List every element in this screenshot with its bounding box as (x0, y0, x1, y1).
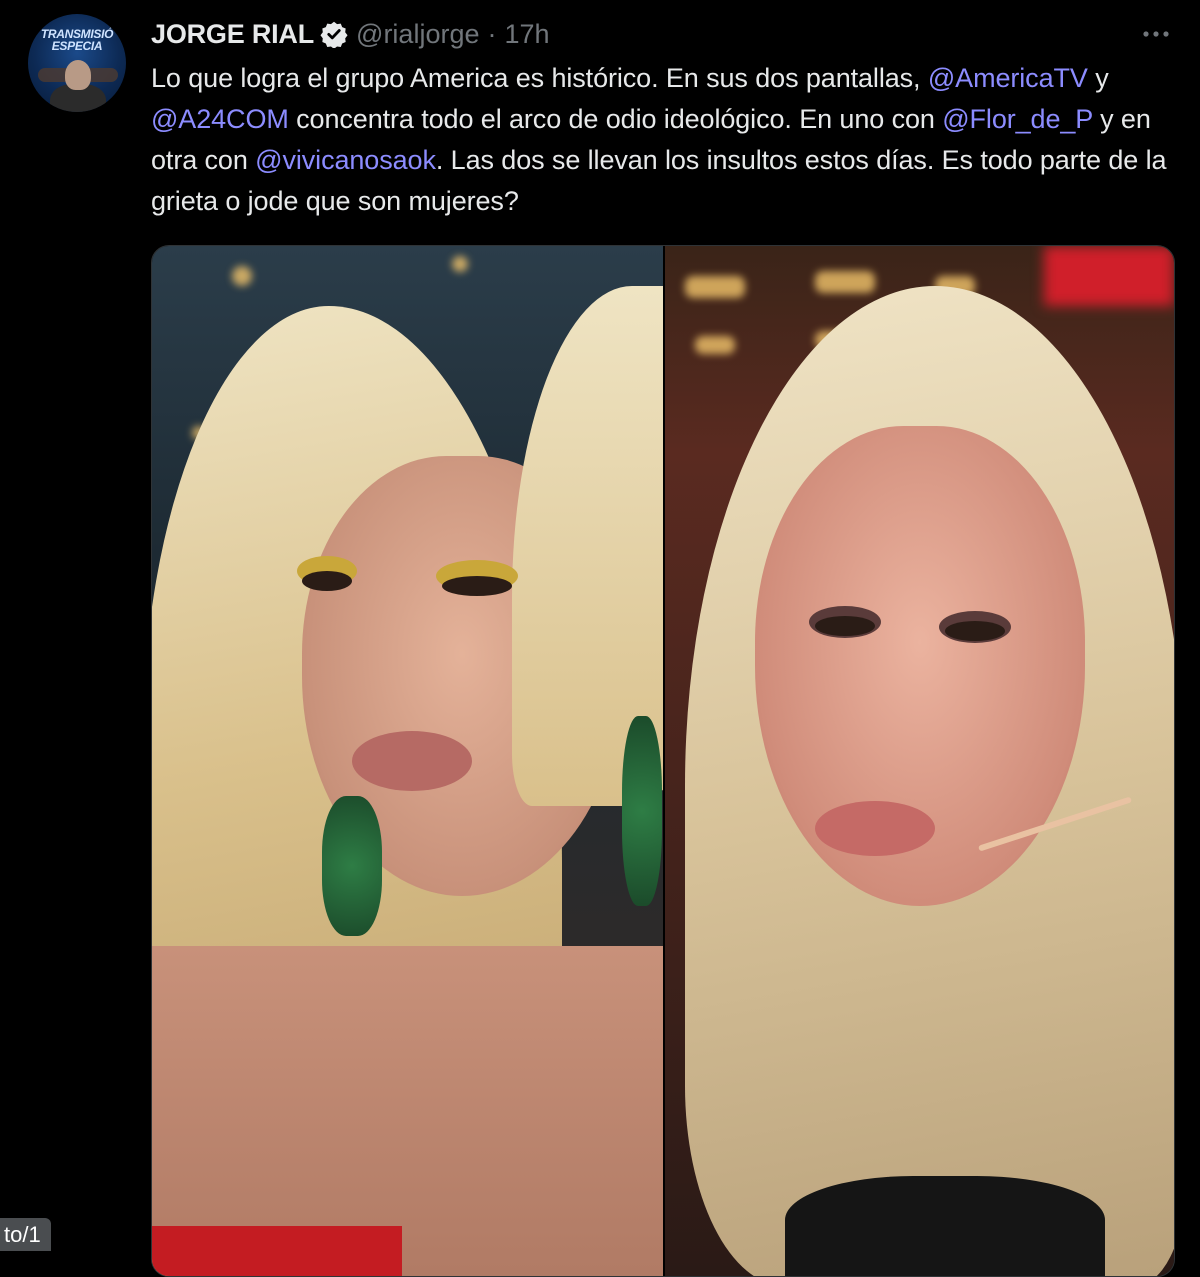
verified-badge-icon (320, 21, 348, 48)
earring-shape (322, 796, 382, 936)
more-options-icon[interactable] (1140, 22, 1172, 46)
lips-shape (352, 731, 472, 791)
eye-shape (945, 621, 1005, 641)
tweet-header: JORGE RIAL @rialjorge · 17h (151, 16, 550, 52)
tweet-text: Lo que logra el grupo America es históri… (151, 58, 1171, 222)
mention-link[interactable]: @vivicanosaok (255, 145, 436, 175)
mention-link[interactable]: @A24COM (151, 104, 289, 134)
avatar-banner-text: TRANSMISIÓ ESPECIA (40, 27, 114, 53)
tweet-text-segment: concentra todo el arco de odio ideológic… (288, 104, 943, 134)
tweet-timestamp[interactable]: 17h (504, 19, 549, 50)
author-handle[interactable]: @rialjorge (356, 19, 479, 50)
author-avatar[interactable]: TRANSMISIÓ ESPECIA (28, 14, 126, 112)
eye-shape (442, 576, 512, 596)
eye-shape (815, 616, 875, 636)
earring-shape (622, 716, 662, 906)
avatar-face (65, 60, 91, 90)
media-photo-left[interactable] (152, 246, 663, 1276)
separator-dot: · (487, 18, 497, 49)
tweet-text-segment: Lo que logra el grupo America es históri… (151, 63, 928, 93)
background-red-band (1044, 246, 1174, 306)
tweet: TRANSMISIÓ ESPECIA JORGE RIAL @rialjorge… (0, 0, 1200, 1277)
mention-link[interactable]: @AmericaTV (928, 63, 1088, 93)
eye-shape (302, 571, 352, 591)
tweet-text-segment: y (1087, 63, 1109, 93)
lips-shape (815, 801, 935, 856)
tweet-media[interactable] (151, 245, 1175, 1277)
page-indicator: to/1 (0, 1218, 51, 1251)
mention-link[interactable]: @Flor_de_P (942, 104, 1093, 134)
dress-shape (152, 1226, 402, 1276)
clothing-shape (785, 1176, 1105, 1276)
media-photo-right[interactable] (665, 246, 1174, 1276)
author-display-name[interactable]: JORGE RIAL (151, 19, 314, 50)
